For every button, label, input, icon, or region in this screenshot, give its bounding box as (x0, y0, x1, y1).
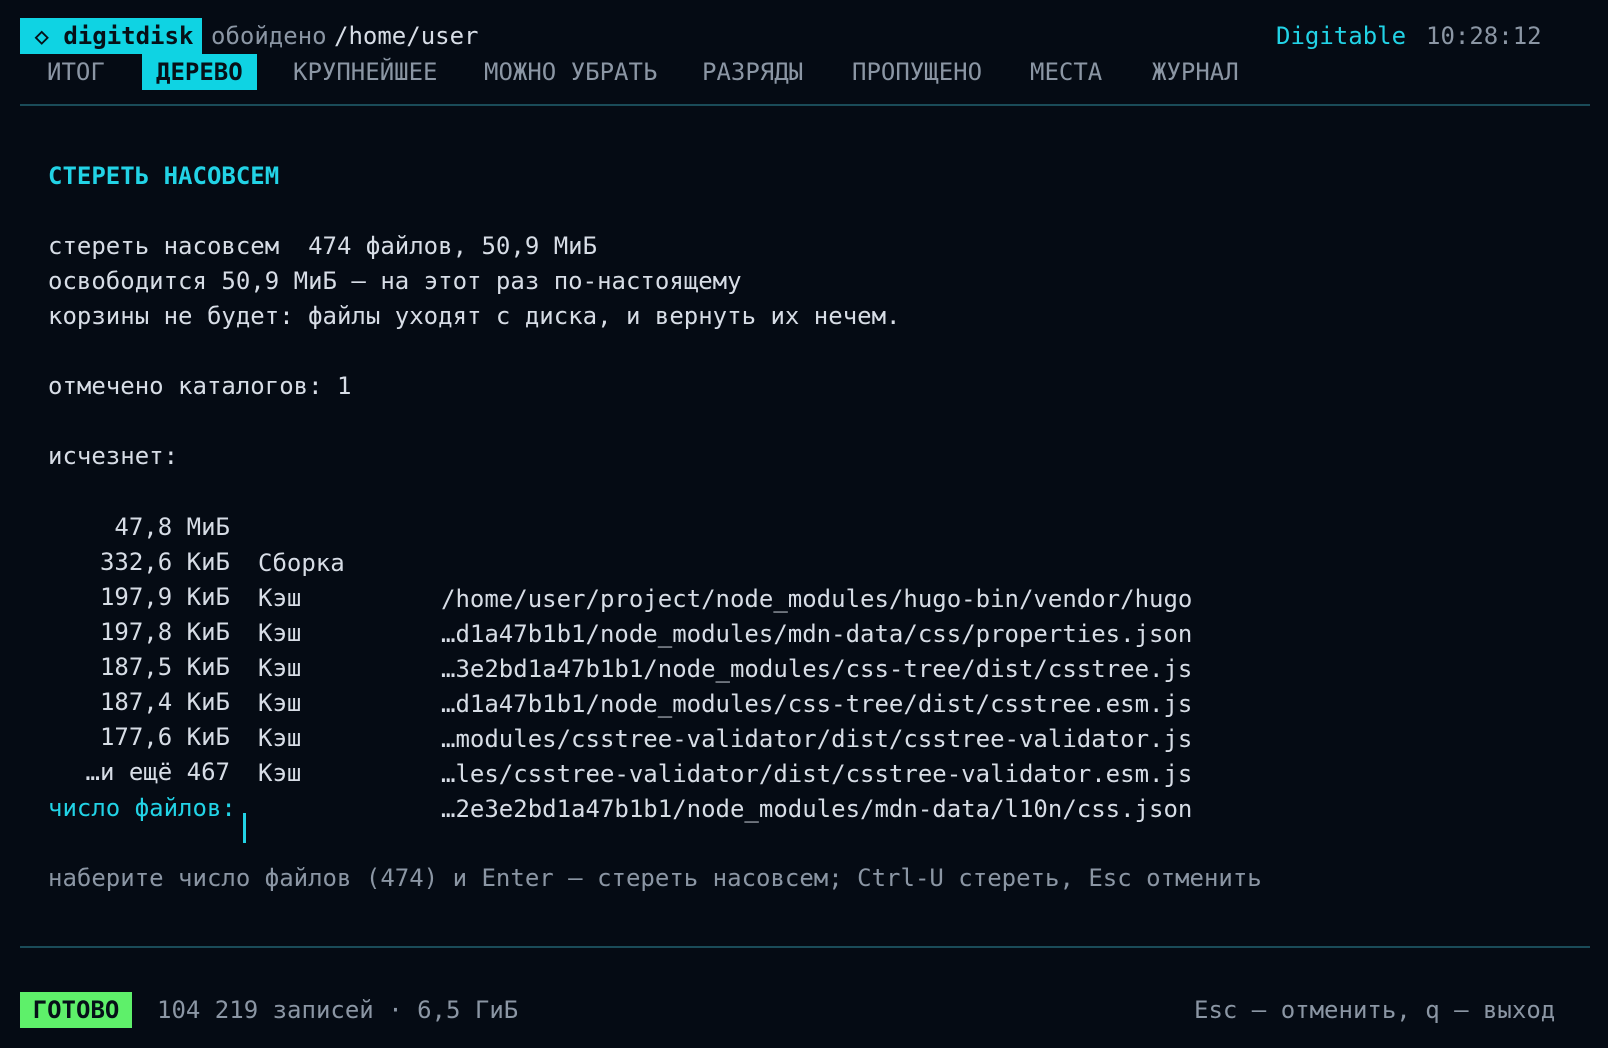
file-kind: Кэш (258, 724, 302, 752)
tab-categories[interactable]: РАЗРЯДЫ (702, 54, 803, 90)
file-path: /home/user/project/node_modules/hugo-bin… (441, 585, 1193, 613)
no-trash-warning: корзины не будет: файлы уходят с диска, … (48, 302, 901, 330)
tab-places[interactable]: МЕСТА (1030, 54, 1102, 90)
tab-log[interactable]: ЖУРНАЛ (1152, 54, 1239, 90)
app-badge: ◇ digitdisk (20, 18, 202, 54)
tab-tree[interactable]: ДЕРЕВО (142, 54, 257, 90)
more-items-row: …и ещё 467 (48, 718, 231, 786)
status-badge: ГОТОВО (20, 992, 132, 1028)
tab-skipped[interactable]: ПРОПУЩЕНО (852, 54, 982, 90)
clock: 10:28:12 (1426, 22, 1542, 50)
text-cursor (243, 813, 246, 843)
file-count-label: число файлов: (48, 794, 236, 822)
tab-summary[interactable]: ИТОГ (47, 54, 105, 90)
list-item: 197,8 КиБ Кэш …d1a47b1b1/node_modules/cs… (48, 578, 1192, 718)
list-item: 187,4 КиБ Кэш …les/csstree-validator/dis… (48, 648, 1192, 788)
list-item: 187,5 КиБ Кэш …modules/csstree-validator… (48, 613, 1192, 753)
tab-removable[interactable]: МОЖНО УБРАТЬ (484, 54, 657, 90)
file-path: …2e3e2bd1a47b1b1/node_modules/mdn-data/l… (441, 795, 1193, 823)
list-item: 332,6 КиБ Кэш …d1a47b1b1/node_modules/md… (48, 508, 1192, 648)
list-item: 177,6 КиБ Кэш …2e3e2bd1a47b1b1/node_modu… (48, 683, 1192, 823)
selected-dirs-count: отмечено каталогов: 1 (48, 372, 352, 400)
key-hints: Esc — отменить, q — выход (1194, 996, 1556, 1024)
file-count-input[interactable] (243, 790, 263, 826)
file-path: …3e2bd1a47b1b1/node_modules/css-tree/dis… (441, 655, 1193, 683)
list-item: 47,8 МиБ Сборка /home/user/project/node_… (48, 473, 1192, 613)
scanned-label: обойдено (211, 22, 327, 50)
file-path: …les/csstree-validator/dist/csstree-vali… (441, 760, 1193, 788)
delete-summary: стереть насовсем 474 файлов, 50,9 МиБ (48, 232, 598, 260)
file-kind: Кэш (258, 759, 302, 787)
vanish-label: исчезнет: (48, 442, 179, 470)
list-item: 197,9 КиБ Кэш …3e2bd1a47b1b1/node_module… (48, 543, 1192, 683)
file-path: …d1a47b1b1/node_modules/mdn-data/css/pro… (441, 620, 1193, 648)
theme-name: Digitable (1276, 22, 1407, 50)
status-summary: 104 219 записей · 6,5 ГиБ (157, 996, 519, 1024)
free-space-note: освободится 50,9 МиБ — на этот раз по-на… (48, 267, 742, 295)
file-path: …modules/csstree-validator/dist/csstree-… (441, 725, 1193, 753)
footer-divider (20, 946, 1590, 948)
file-kind: Кэш (258, 654, 302, 682)
input-hint: наберите число файлов (474) и Enter — ст… (48, 864, 1262, 892)
file-kind: Кэш (258, 689, 302, 717)
current-path: /home/user (334, 22, 479, 50)
more-items-label: …и ещё 467 (85, 758, 231, 786)
file-kind: Сборка (258, 549, 345, 577)
header-divider (20, 104, 1590, 106)
file-kind: Кэш (258, 584, 302, 612)
file-kind: Кэш (258, 619, 302, 647)
dialog-title: СТЕРЕТЬ НАСОВСЕМ (48, 162, 280, 190)
tab-largest[interactable]: КРУПНЕЙШЕЕ (293, 54, 438, 90)
file-path: …d1a47b1b1/node_modules/css-tree/dist/cs… (441, 690, 1193, 718)
